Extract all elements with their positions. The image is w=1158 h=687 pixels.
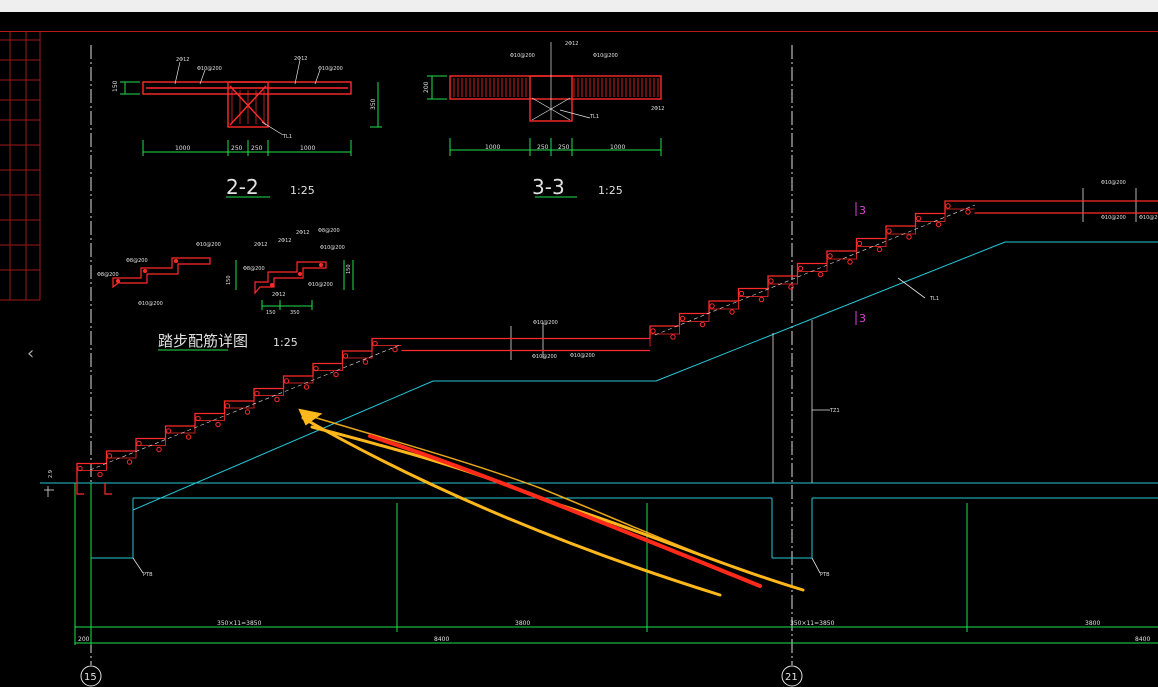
dim-row2-b: 8400 <box>434 636 449 643</box>
dim-height-right: 350 <box>370 98 377 110</box>
svg-text:Φ10@200: Φ10@200 <box>510 53 535 59</box>
axis-bubble-15: 15 <box>80 665 102 687</box>
dim-250-b: 250 <box>251 145 263 152</box>
cad-drawing-canvas[interactable]: 2Φ12 Φ10@200 2Φ12 Φ10@200 TL1 1000 250 250… <box>0 0 1158 687</box>
dim-height-left: 150 <box>112 80 119 92</box>
section-marks: 3 3 <box>855 202 866 325</box>
mid-rebar-b: Φ10@200 <box>532 354 557 360</box>
dim-33-1000-a: 1000 <box>485 144 500 151</box>
annotation-arrow <box>298 408 805 597</box>
detail-dim-150: 150 <box>266 310 276 316</box>
tl1-label: TL1 <box>282 134 292 140</box>
dim-33-250-b: 250 <box>558 144 570 151</box>
dim-33-height-left: 200 <box>423 81 430 93</box>
svg-text:21: 21 <box>785 672 798 683</box>
section-3-3-scale: 1:25 <box>598 184 623 197</box>
svg-text:Φ10@200: Φ10@200 <box>308 282 333 288</box>
tl1-label-right: TL1 <box>929 296 939 302</box>
section-2-2-drawing: 2Φ12 Φ10@200 2Φ12 Φ10@200 TL1 1000 250 250… <box>112 56 382 199</box>
section-mark-lower: 3 <box>859 312 866 325</box>
svg-text:Φ10@200: Φ10@200 <box>1139 215 1158 221</box>
ptb-label-right: PTB <box>820 572 830 578</box>
svg-text:Φ8@200: Φ8@200 <box>126 258 148 264</box>
dim-row2-c: 8400 <box>1135 636 1150 643</box>
svg-text:Φ8@200: Φ8@200 <box>318 228 340 234</box>
section-3-3-title: 3-3 <box>532 175 565 199</box>
svg-text:15: 15 <box>84 672 97 683</box>
svg-text:Φ8@200: Φ8@200 <box>97 272 119 278</box>
dim-row1-d: 3800 <box>1085 620 1100 627</box>
axis-bubble-21: 21 <box>781 665 803 687</box>
axis-center-lines <box>90 45 793 665</box>
chevron-left-icon[interactable]: ‹ <box>27 344 39 364</box>
dim-row1-c: 350×11=3850 <box>790 620 835 627</box>
tz1-label: TZ1 <box>829 408 840 414</box>
svg-text:Φ10@200: Φ10@200 <box>196 242 221 248</box>
svg-text:Φ10@200: Φ10@200 <box>593 53 618 59</box>
dim-33-250-a: 250 <box>537 144 549 151</box>
mid-rebar-a: Φ10@200 <box>533 320 558 326</box>
dim-33-1000-b: 1000 <box>610 144 625 151</box>
svg-text:150: 150 <box>226 275 232 285</box>
section-3-3-drawing: Φ10@200 2Φ12 Φ10@200 TL1 2Φ12 1000 250 250… <box>423 41 664 199</box>
svg-text:TL1: TL1 <box>589 114 599 120</box>
dim-250-a: 250 <box>231 145 243 152</box>
ptb-label-left: PTB <box>143 572 153 578</box>
svg-text:2Φ12: 2Φ12 <box>272 292 285 298</box>
dim-row2-a: 200 <box>78 636 90 643</box>
detail-title: 踏步配筋详图 <box>158 332 248 350</box>
svg-text:2Φ12: 2Φ12 <box>294 56 307 62</box>
top-rebar-a: Φ10@200 <box>1101 180 1126 186</box>
svg-text:Φ10@200: Φ10@200 <box>138 301 163 307</box>
svg-text:Φ8@200: Φ8@200 <box>243 266 265 272</box>
top-rebar-b: Φ10@200 <box>1101 215 1126 221</box>
svg-text:2Φ12: 2Φ12 <box>254 242 267 248</box>
svg-text:Φ10@200: Φ10@200 <box>320 245 345 251</box>
section-3-3-hatch <box>453 78 659 97</box>
left-ruler-grid <box>0 32 41 301</box>
svg-text:2Φ12: 2Φ12 <box>651 106 664 112</box>
step-rebar-detail: Φ10@200 Φ8@200 Φ8@200 Φ10@200 2Φ12 2Φ12 2Φ… <box>97 228 354 351</box>
svg-text:Φ10@200: Φ10@200 <box>318 66 343 72</box>
section-2-2-scale: 1:25 <box>290 184 315 197</box>
svg-text:Φ10@200: Φ10@200 <box>197 66 222 72</box>
elevation-label: 2.9 <box>48 470 54 478</box>
detail-dim-350: 350 <box>290 310 300 316</box>
svg-text:2Φ12: 2Φ12 <box>565 41 578 47</box>
dim-row1-a: 350×11=3850 <box>217 620 262 627</box>
svg-text:2Φ12: 2Φ12 <box>296 230 309 236</box>
bottom-dimensions: 350×11=3850 3800 350×11=3850 3800 200 84… <box>78 620 1150 643</box>
svg-text:150: 150 <box>346 264 352 274</box>
dim-row1-b: 3800 <box>515 620 530 627</box>
svg-text:2Φ12: 2Φ12 <box>176 57 189 63</box>
section-mark-upper: 3 <box>859 204 866 217</box>
dim-1000-b: 1000 <box>300 145 315 152</box>
svg-text:Φ10@200: Φ10@200 <box>570 353 595 359</box>
svg-text:2Φ12: 2Φ12 <box>278 238 291 244</box>
section-2-2-title: 2-2 <box>226 175 259 199</box>
detail-scale: 1:25 <box>273 336 298 349</box>
dim-1000-a: 1000 <box>175 145 190 152</box>
